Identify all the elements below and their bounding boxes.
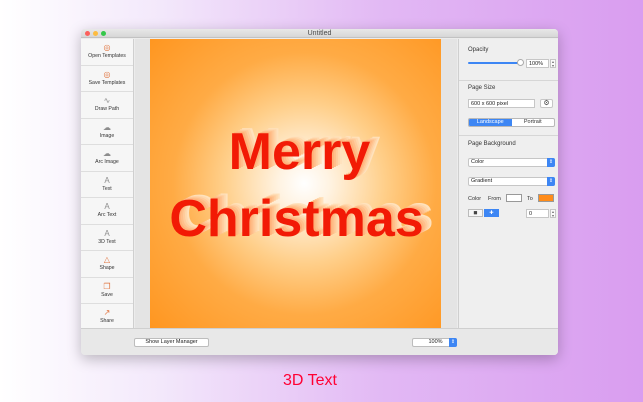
from-color-well[interactable] [506,194,522,202]
sidebar-tool-shape[interactable]: △ Shape [81,251,133,278]
to-label: To [527,196,533,202]
angle-stepper[interactable]: ▴ ▾ [550,209,556,218]
sidebar-tool-label: 3D Text [98,238,116,245]
sidebar-tool-label: Save [101,291,113,298]
zoom-select[interactable]: 100% ⇕ [412,338,457,347]
bottom-bar: Show Layer Manager 100% ⇕ [81,328,558,355]
page-background-label: Page Background [468,141,516,147]
sidebar-tool-label: Open Templates [88,53,126,60]
sidebar-tool-text[interactable]: A Text [81,172,133,198]
page-size-label: Page Size [468,85,496,91]
image-icon: ☁ [103,122,111,132]
design-canvas[interactable]: Merry Christmas [150,39,441,328]
save-templates-icon: ◎ [103,69,111,79]
sidebar-tool-save[interactable]: ❐ Save [81,278,133,304]
page-size-section: Page Size [459,81,558,136]
orientation-segmented-control: Landscape Portrait [468,118,555,127]
caption: 3D Text [283,372,337,389]
shape-icon: △ [103,255,111,265]
portrait-option[interactable]: Portrait [512,119,555,126]
sidebar-tool-share[interactable]: ↗ Share [81,304,133,331]
chevron-updown-icon: ⇕ [547,177,555,186]
to-color-well[interactable] [538,194,554,202]
canvas-text-line-2[interactable]: Christmas [150,189,441,249]
from-label: From [488,196,501,202]
background-type-select[interactable]: Color ⇕ [468,158,555,167]
canvas-area: Merry Christmas [135,39,457,328]
sidebar-tool-label: Arc Image [95,159,119,166]
3d-text-icon: A [104,228,110,238]
opacity-slider-knob[interactable] [517,59,524,66]
canvas-text-line-1[interactable]: Merry [150,122,441,182]
inspector-panel: Opacity 100% ▴ ▾ Page Size 600 x 600 pixe… [458,39,558,328]
tool-sidebar: ◎ Open Templates ◎ Save Templates ∿ Draw Path… [81,39,134,331]
fill-type-value: Gradient [471,178,493,184]
zoom-window-button[interactable] [101,31,106,36]
angle-field[interactable]: 0 [526,209,549,218]
zoom-value: 100% [428,339,443,345]
title-bar: Untitled [81,29,558,38]
sidebar-tool-label: Share [100,318,114,325]
app-window: Untitled ◎ Open Templates ◎ Save Templates ∿… [81,29,558,355]
sidebar-tool-label: Arc Text [97,212,117,219]
arc-text-icon: A [104,202,110,212]
show-layer-manager-button[interactable]: Show Layer Manager [134,338,209,347]
linear-gradient-button[interactable]: ◼ [468,209,483,217]
opacity-field[interactable]: 100% [526,59,549,68]
save-icon: ❐ [103,281,111,291]
share-icon: ↗ [103,308,111,318]
color-label: Color [468,196,482,202]
opacity-label: Opacity [468,47,489,53]
window-title: Untitled [307,30,332,37]
opacity-section: Opacity 100% ▴ ▾ [459,39,558,81]
radial-gradient-button[interactable]: ✚ [484,209,499,217]
sidebar-tool-arc-image[interactable]: ☁ Arc Image [81,145,133,172]
sidebar-tool-save-templates[interactable]: ◎ Save Templates [81,66,133,92]
square-icon: ◼ [473,210,478,216]
sidebar-tool-label: Save Templates [88,79,126,86]
fill-type-select[interactable]: Gradient ⇕ [468,177,555,186]
sidebar-tool-label: Image [99,132,115,139]
close-window-button[interactable] [85,31,90,36]
draw-path-icon: ∿ [103,96,111,106]
open-templates-icon: ◎ [103,43,111,53]
sidebar-tool-3d-text[interactable]: A 3D Text [81,225,133,251]
sidebar-tool-arc-text[interactable]: A Arc Text [81,198,133,225]
minimize-window-button[interactable] [93,31,98,36]
page-size-field[interactable]: 600 x 600 pixel [468,99,535,108]
text-icon: A [104,175,110,185]
background-type-value: Color [471,159,485,165]
sidebar-tool-label: Shape [99,265,115,272]
sidebar-tool-label: Text [102,185,112,192]
plus-icon: ✚ [489,210,494,216]
gear-icon: ⚙ [543,100,550,107]
chevron-updown-icon: ⇕ [449,338,457,347]
sidebar-tool-open-templates[interactable]: ◎ Open Templates [81,39,133,66]
page-size-settings-button[interactable]: ⚙ [540,99,553,108]
landscape-option[interactable]: Landscape [469,119,512,126]
sidebar-tool-label: Draw Path [94,106,120,113]
window-controls [85,31,106,36]
opacity-slider-track[interactable] [468,62,520,64]
opacity-stepper[interactable]: ▴ ▾ [550,59,556,68]
sidebar-tool-draw-path[interactable]: ∿ Draw Path [81,92,133,119]
sidebar-tool-image[interactable]: ☁ Image [81,119,133,145]
chevron-updown-icon: ⇕ [547,158,555,167]
arc-image-icon: ☁ [103,149,111,159]
